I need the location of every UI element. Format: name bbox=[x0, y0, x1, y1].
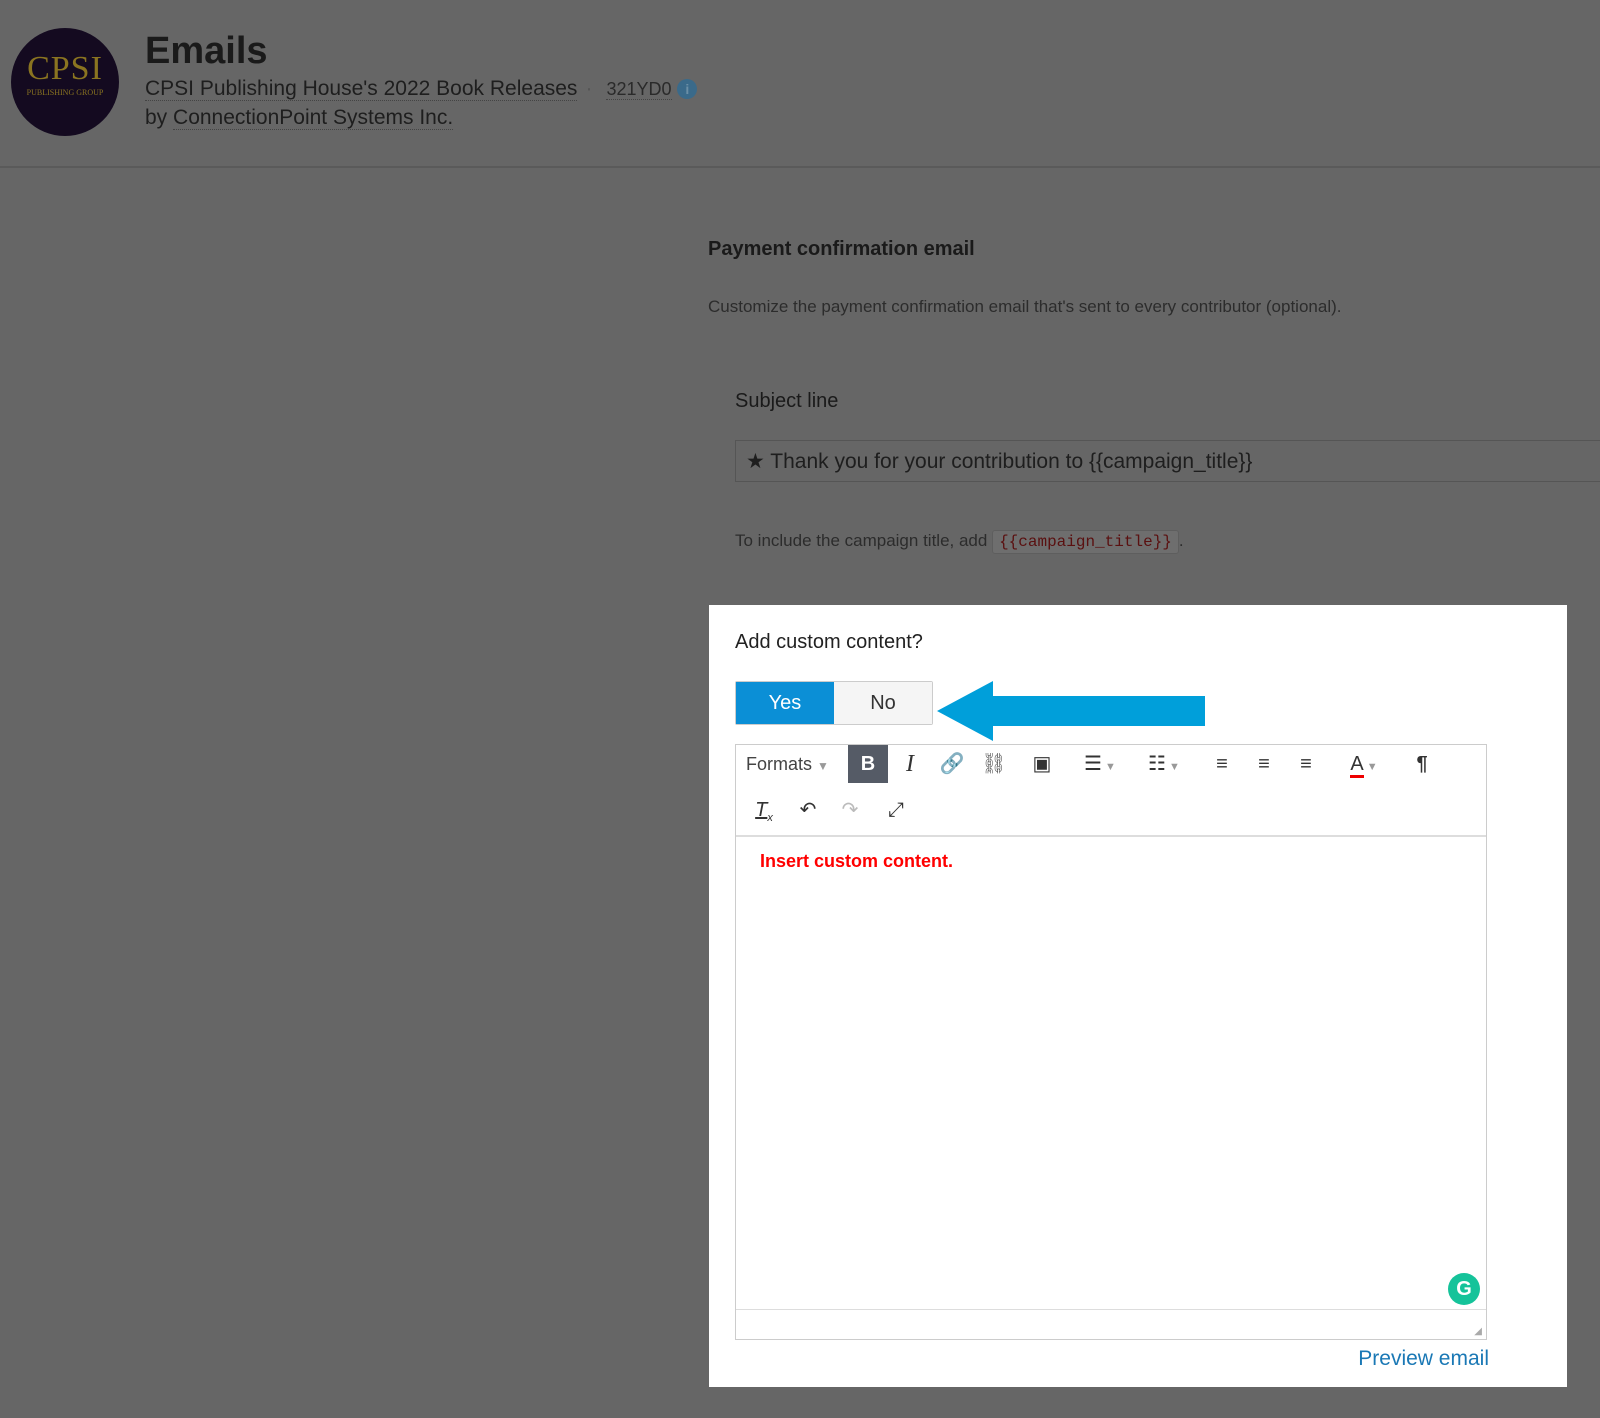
clear-formatting-icon[interactable]: Tx bbox=[746, 791, 782, 829]
grammarly-icon[interactable]: G bbox=[1448, 1273, 1480, 1305]
no-button[interactable]: No bbox=[834, 682, 932, 724]
organization-logo: CPSI PUBLISHING GROUP bbox=[11, 28, 119, 136]
align-left-icon[interactable]: ≡ bbox=[1204, 745, 1240, 783]
custom-content-panel: Add custom content? Yes No Formats ▼ B I… bbox=[709, 605, 1567, 1387]
page-header: CPSI PUBLISHING GROUP Emails CPSI Publish… bbox=[0, 0, 1600, 168]
section-title: Payment confirmation email bbox=[708, 238, 975, 260]
rich-text-editor: Formats ▼ B I 🔗 ⛓ ▣ ☰ ▼ ☷ ▼ ≡ ≡ ≡ A ▼ ¶ … bbox=[735, 744, 1487, 1340]
align-center-icon[interactable]: ≡ bbox=[1246, 745, 1282, 783]
bold-icon[interactable]: B bbox=[848, 745, 888, 783]
campaign-title-token: {{campaign_title}} bbox=[992, 530, 1179, 554]
campaign-link[interactable]: CPSI Publishing House's 2022 Book Releas… bbox=[145, 77, 578, 101]
redo-icon[interactable]: ↷ bbox=[832, 791, 868, 829]
bullet-list-icon[interactable]: ☰ ▼ bbox=[1072, 745, 1128, 783]
editor-toolbar: Formats ▼ B I 🔗 ⛓ ▣ ☰ ▼ ☷ ▼ ≡ ≡ ≡ A ▼ ¶ … bbox=[736, 745, 1486, 837]
campaign-code: 321YD0 bbox=[606, 79, 672, 100]
fullscreen-icon[interactable]: ⤢ bbox=[878, 791, 914, 829]
text-color-icon[interactable]: A ▼ bbox=[1334, 745, 1394, 783]
undo-icon[interactable]: ↶ bbox=[790, 791, 826, 829]
numbered-list-icon[interactable]: ☷ ▼ bbox=[1136, 745, 1192, 783]
custom-content-question: Add custom content? bbox=[735, 631, 923, 653]
editor-content[interactable]: Insert custom content. bbox=[736, 837, 1486, 886]
formats-dropdown[interactable]: Formats ▼ bbox=[746, 745, 829, 783]
owner-link[interactable]: ConnectionPoint Systems Inc. bbox=[173, 106, 454, 130]
page-title: Emails bbox=[145, 30, 268, 72]
subject-input[interactable] bbox=[735, 440, 1600, 482]
preview-email-link[interactable]: Preview email bbox=[1358, 1347, 1489, 1371]
subject-label: Subject line bbox=[735, 390, 839, 412]
paragraph-icon[interactable]: ¶ bbox=[1404, 745, 1440, 783]
editor-statusbar: ◢ bbox=[736, 1309, 1486, 1339]
image-icon[interactable]: ▣ bbox=[1024, 745, 1060, 783]
italic-icon[interactable]: I bbox=[892, 745, 928, 783]
custom-content-toggle: Yes No bbox=[735, 681, 933, 725]
section-description: Customize the payment confirmation email… bbox=[708, 297, 1342, 316]
info-icon[interactable]: i bbox=[677, 79, 698, 100]
resize-handle-icon[interactable]: ◢ bbox=[1474, 1326, 1482, 1337]
arrow-left-icon bbox=[937, 681, 1205, 741]
align-right-icon[interactable]: ≡ bbox=[1288, 745, 1324, 783]
subject-hint: To include the campaign title, add {{cam… bbox=[735, 530, 1184, 554]
link-icon[interactable]: 🔗 bbox=[934, 745, 970, 783]
yes-button[interactable]: Yes bbox=[736, 682, 834, 724]
unlink-icon[interactable]: ⛓ bbox=[976, 745, 1012, 783]
